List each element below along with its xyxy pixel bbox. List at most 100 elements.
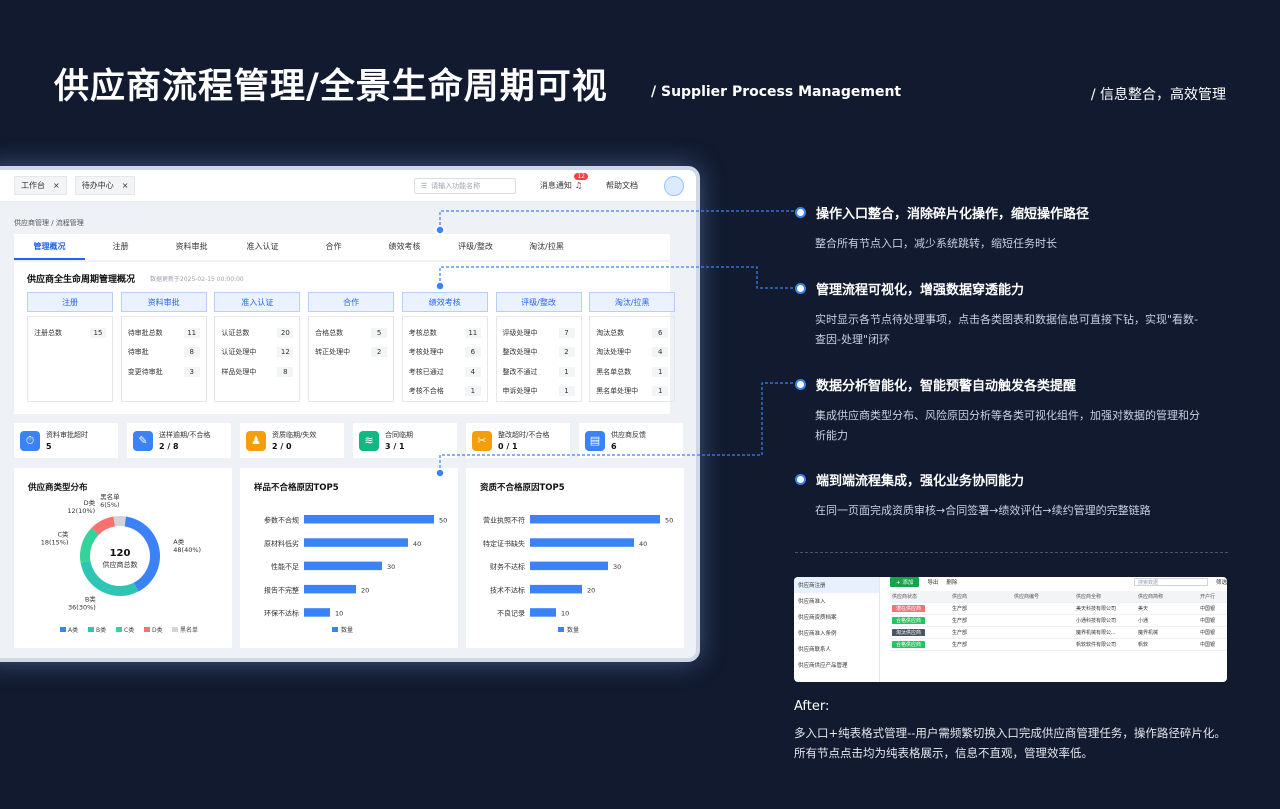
- metric-value: 11: [464, 327, 481, 338]
- nav-tabs: 管理概况 注册 资料审批 准入认证 合作 绩效考核 评级/整改 淘汰/拉黑: [14, 234, 670, 260]
- pie-slice[interactable]: [80, 527, 99, 563]
- stage-metric[interactable]: 认证总数 20: [221, 323, 294, 343]
- legacy-sidebar-item[interactable]: 供应商准入: [794, 593, 879, 609]
- column-header[interactable]: 开户行: [1198, 593, 1227, 600]
- bar[interactable]: [304, 561, 382, 571]
- delete-button[interactable]: 删除: [946, 578, 957, 586]
- open-tab-todo[interactable]: 待办中心 ×: [74, 176, 136, 195]
- qualification-defect-chart[interactable]: 营业执照不符 50 特定证书缺失 40 财务不达标 30 技术不达标 20 不良记录 10 数量: [466, 468, 684, 648]
- alert-card[interactable]: ♟ 资质临期/失效 2 / 0: [240, 423, 344, 458]
- tab-review[interactable]: 资料审批: [156, 241, 227, 260]
- type-distribution-chart[interactable]: A类 48(40%) B类 36(30%) C类 18(15%) D类 12(10%) 黑名单 6…: [14, 468, 232, 648]
- alert-value: 2 / 8: [159, 442, 179, 451]
- metric-value: 4: [652, 347, 669, 358]
- bar[interactable]: [304, 584, 356, 594]
- table-row[interactable]: 淘汰供应商 生产部 魔界机械有限公... 魔界机械 中国银: [890, 627, 1227, 639]
- column-header[interactable]: 供应商编号: [1012, 593, 1074, 600]
- notification-button[interactable]: 消息通知 ♫ 12: [540, 173, 588, 191]
- bar[interactable]: [304, 538, 408, 547]
- help-docs-link[interactable]: 帮助文档: [606, 180, 638, 191]
- stage-header[interactable]: 资料审批: [120, 292, 207, 312]
- stage-metric[interactable]: 合格总数 5: [315, 323, 388, 343]
- stage-column: 合作合格总数 5 转正处理中 2: [308, 292, 395, 402]
- legacy-sidebar-item[interactable]: 供应商供应产品管理: [794, 657, 879, 673]
- bar[interactable]: [530, 584, 582, 594]
- alert-label: 整改超时/不合格: [498, 431, 550, 439]
- tab-register[interactable]: 注册: [85, 241, 156, 260]
- tab-rating[interactable]: 评级/整改: [440, 241, 511, 260]
- avatar[interactable]: [664, 175, 684, 196]
- stage-metric[interactable]: 待审批总数 11: [128, 323, 200, 343]
- stage-metric[interactable]: 整改处理中 2: [503, 343, 575, 363]
- tab-performance[interactable]: 绩效考核: [369, 241, 440, 260]
- slice-label: D类 12(10%): [67, 498, 95, 515]
- alert-card[interactable]: ✂ 整改超时/不合格 0 / 1: [466, 423, 570, 458]
- metric-value: 11: [183, 327, 200, 338]
- stage-metric[interactable]: 整改不通过 1: [503, 362, 575, 382]
- stage-metric[interactable]: 变更待审批 3: [128, 362, 200, 382]
- stage-header[interactable]: 评级/整改: [495, 292, 582, 312]
- stage-metric[interactable]: 样品处理中 8: [221, 362, 294, 382]
- close-icon[interactable]: ×: [122, 181, 129, 190]
- stage-metric[interactable]: 待审批 8: [128, 343, 200, 363]
- stage-header[interactable]: 合作: [308, 292, 395, 312]
- stage-metric[interactable]: 考核不合格 1: [409, 382, 481, 402]
- stage-header[interactable]: 准入认证: [214, 292, 301, 312]
- stage-metric[interactable]: 黑名单总数 1: [596, 362, 669, 382]
- table-row[interactable]: 合格供应商 生产部 帆软软件有限公司 帆软 中国银: [890, 639, 1227, 651]
- column-header[interactable]: 供应商状态: [890, 593, 950, 600]
- metric-value: 20: [277, 327, 294, 338]
- legend-swatch: [144, 627, 150, 632]
- column-header[interactable]: 供应商全称: [1074, 593, 1136, 600]
- legacy-sidebar-item[interactable]: 供应商注册: [794, 577, 879, 593]
- bar[interactable]: [304, 608, 330, 617]
- pie-slice[interactable]: [113, 516, 126, 527]
- column-header[interactable]: 供应商: [950, 593, 1012, 600]
- stage-header[interactable]: 注册: [27, 292, 113, 312]
- alert-card[interactable]: ✎ 送样逾期/不合格 2 / 8: [127, 423, 231, 458]
- column-header[interactable]: 供应商简称: [1136, 593, 1198, 600]
- legend-label: A类: [68, 626, 78, 634]
- tab-cooperation[interactable]: 合作: [298, 241, 369, 260]
- stage-metric[interactable]: 认证处理中 12: [221, 343, 294, 363]
- alert-card[interactable]: ≋ 合同临期 3 / 1: [353, 423, 457, 458]
- stage-metric[interactable]: 淘汰总数 6: [596, 323, 669, 343]
- legacy-search-input[interactable]: 搜索数据: [1133, 578, 1208, 586]
- table-row[interactable]: 潜在供应商 生产部 美天科技有限公司 美天 中国银: [890, 603, 1227, 615]
- bar[interactable]: [530, 608, 556, 617]
- stage-column: 绩效考核考核总数 11 考核处理中 6 考核已通过 4 考核不合格 1: [401, 292, 488, 402]
- add-button[interactable]: + 添加: [890, 577, 920, 587]
- stage-metric[interactable]: 淘汰处理中 4: [596, 343, 669, 363]
- function-search-input[interactable]: ☰ 请输入功能名称: [413, 177, 516, 194]
- bar[interactable]: [304, 515, 434, 524]
- sample-defect-chart[interactable]: 参数不合规 50 原材料低劣 40 性能不足 30 报告不完整 20 环保不达标 10 数量: [240, 468, 458, 648]
- table-row[interactable]: 合格供应商 生产部 小通科技有限公司 小通 中国银: [890, 615, 1227, 627]
- stage-header[interactable]: 绩效考核: [401, 292, 488, 312]
- page-subtitle: / Supplier Process Management: [651, 84, 902, 100]
- alert-card[interactable]: ⏱ 资料审批超时 5: [14, 423, 118, 458]
- stage-metric[interactable]: 评级处理中 7: [503, 323, 575, 343]
- legacy-sidebar-item[interactable]: 供应商联系人: [794, 641, 879, 657]
- stage-metric[interactable]: 注册总数 15: [34, 323, 106, 343]
- close-icon[interactable]: ×: [53, 181, 60, 190]
- stage-metric[interactable]: 黑名单处理中 1: [596, 382, 669, 402]
- stage-header[interactable]: 淘汰/拉黑: [589, 292, 676, 312]
- tab-elimination[interactable]: 淘汰/拉黑: [511, 241, 582, 260]
- tab-admission[interactable]: 准入认证: [227, 241, 298, 260]
- stage-metric[interactable]: 考核处理中 6: [409, 343, 481, 363]
- export-button[interactable]: 导出: [927, 578, 938, 586]
- stage-metric[interactable]: 考核已通过 4: [409, 362, 481, 382]
- open-tab-workbench[interactable]: 工作台 ×: [14, 176, 67, 195]
- bar[interactable]: [530, 515, 660, 524]
- legacy-sidebar-item[interactable]: 供应商资质档案: [794, 609, 879, 625]
- alert-card[interactable]: ▤ 供应商反馈 6: [579, 423, 683, 458]
- stage-metric[interactable]: 申诉处理中 1: [503, 382, 575, 402]
- filter-button[interactable]: 筛选: [1216, 578, 1227, 586]
- bar[interactable]: [530, 538, 634, 547]
- legacy-sidebar-item[interactable]: 供应商准入条例: [794, 625, 879, 641]
- category-label: 技术不达标: [490, 585, 525, 594]
- tab-overview[interactable]: 管理概况: [14, 241, 85, 260]
- stage-metric[interactable]: 转正处理中 2: [315, 343, 388, 363]
- stage-metric[interactable]: 考核总数 11: [409, 323, 481, 343]
- bar[interactable]: [530, 561, 608, 571]
